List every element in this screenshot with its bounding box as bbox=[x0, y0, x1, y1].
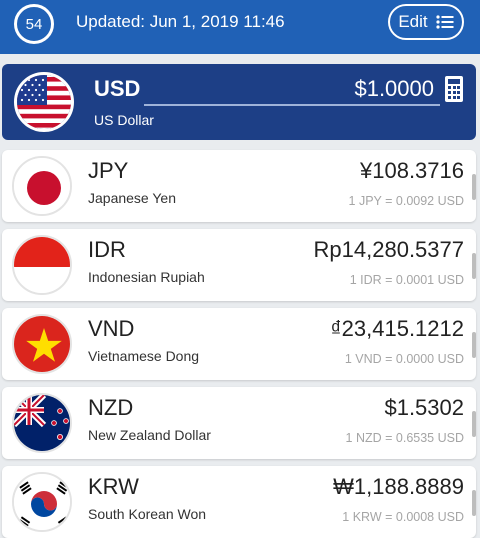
row-scroll-indicator bbox=[472, 332, 476, 358]
base-currency-name: US Dollar bbox=[94, 112, 154, 128]
exchange-rate: 1 IDR = 0.0001 USD bbox=[349, 273, 464, 287]
currency-row-vnd[interactable]: VND Vietnamese Dong ₫23,415.1212 1 VND =… bbox=[2, 308, 476, 380]
base-currency-row[interactable]: USD US Dollar $1.0000 bbox=[2, 64, 476, 140]
indonesia-flag-icon bbox=[12, 235, 72, 295]
south-korea-flag-icon bbox=[12, 472, 72, 532]
exchange-rate: 1 JPY = 0.0092 USD bbox=[348, 194, 464, 208]
converted-value: Rp14,280.5377 bbox=[313, 237, 464, 262]
japan-flag-icon bbox=[12, 156, 72, 216]
edit-button[interactable]: Edit bbox=[388, 4, 464, 40]
converted-value: ¥108.3716 bbox=[360, 158, 464, 183]
currency-row-nzd[interactable]: NZD New Zealand Dollar $1.5302 1 NZD = 0… bbox=[2, 387, 476, 459]
exchange-rate: 1 VND = 0.0000 USD bbox=[344, 352, 464, 366]
currency-code: IDR bbox=[88, 237, 126, 262]
base-amount-input[interactable]: $1.0000 bbox=[144, 74, 440, 106]
currency-code: KRW bbox=[88, 474, 139, 499]
converted-value: $1.5302 bbox=[384, 395, 464, 420]
converted-value: ₫23,415.1212 bbox=[330, 316, 464, 341]
refresh-count-badge[interactable]: 54 bbox=[14, 4, 54, 44]
vietnam-flag-icon bbox=[12, 314, 72, 374]
currency-row-idr[interactable]: IDR Indonesian Rupiah Rp14,280.5377 1 ID… bbox=[2, 229, 476, 301]
currency-code: NZD bbox=[88, 395, 134, 420]
row-scroll-indicator bbox=[472, 174, 476, 200]
converted-value: ₩1,188.8889 bbox=[333, 474, 464, 499]
calculator-icon[interactable] bbox=[445, 76, 463, 102]
currency-code: VND bbox=[88, 316, 135, 341]
us-flag-icon bbox=[14, 72, 74, 132]
currency-name: New Zealand Dollar bbox=[88, 427, 211, 443]
currency-row-jpy[interactable]: JPY Japanese Yen ¥108.3716 1 JPY = 0.009… bbox=[2, 150, 476, 222]
list-icon bbox=[436, 15, 454, 29]
currency-name: Japanese Yen bbox=[88, 190, 176, 206]
exchange-rate: 1 KRW = 0.0008 USD bbox=[342, 510, 464, 524]
row-scroll-indicator bbox=[472, 253, 476, 279]
exchange-rate: 1 NZD = 0.6535 USD bbox=[345, 431, 464, 445]
new-zealand-flag-icon bbox=[12, 393, 72, 453]
updated-timestamp: Updated: Jun 1, 2019 11:46 bbox=[76, 12, 285, 31]
base-currency-code: USD bbox=[94, 76, 141, 101]
currency-name: Indonesian Rupiah bbox=[88, 269, 205, 285]
currency-name: South Korean Won bbox=[88, 506, 207, 522]
row-scroll-indicator bbox=[472, 411, 476, 437]
currency-row-krw[interactable]: KRW South Korean Won ₩1,188.8889 1 KRW =… bbox=[2, 466, 476, 538]
row-scroll-indicator bbox=[472, 490, 476, 516]
edit-button-label: Edit bbox=[398, 12, 428, 31]
currency-name: Vietnamese Dong bbox=[88, 348, 200, 364]
app-header: 54 Updated: Jun 1, 2019 11:46 Edit bbox=[0, 0, 480, 54]
currency-code: JPY bbox=[88, 158, 129, 183]
